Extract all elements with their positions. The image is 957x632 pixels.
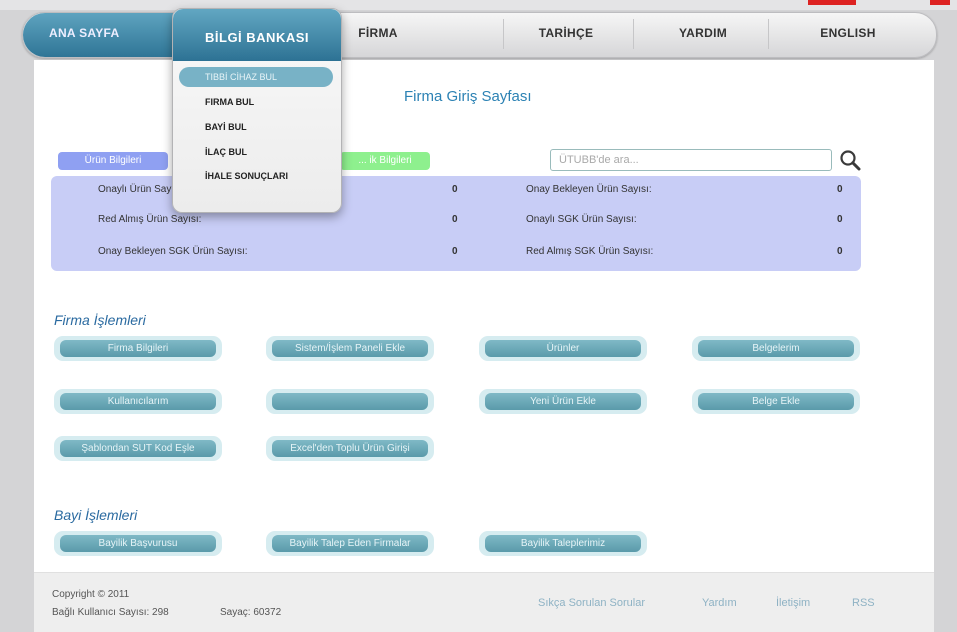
button-label: Belge Ekle <box>698 393 854 410</box>
products-button[interactable]: Ürünler <box>479 336 647 361</box>
firma-section-title: Firma İşlemleri <box>54 312 146 328</box>
stat-value: 0 <box>452 246 458 257</box>
button-label <box>272 393 428 410</box>
nav-divider <box>633 19 634 49</box>
stat-value: 0 <box>452 184 458 195</box>
button-label: Bayilik Taleplerimiz <box>485 535 641 552</box>
visit-counter: Sayaç: 60372 <box>220 607 282 618</box>
nav-english[interactable]: ENGLISH <box>793 13 903 57</box>
tab-product-info[interactable]: Ürün Bilgileri <box>58 152 168 170</box>
add-product-button[interactable]: Yeni Ürün Ekle <box>479 389 647 414</box>
top-strip-accent <box>808 0 856 5</box>
knowledge-base-dropdown: BİLGİ BANKASI TIBBİ CİHAZ BUL FIRMA BUL … <box>172 8 342 213</box>
excel-bulk-import-button[interactable]: Excel'den Toplu Ürün Girişi <box>266 436 434 461</box>
dropdown-item-tender-results[interactable]: İHALE SONUÇLARI <box>205 171 288 181</box>
nav-yardim[interactable]: YARDIM <box>643 13 763 57</box>
search-input[interactable]: ÜTUBB'de ara... <box>550 149 832 171</box>
button-label: Belgelerim <box>698 340 854 357</box>
button-label: Sistem/İşlem Paneli Ekle <box>272 340 428 357</box>
button-label: Yeni Ürün Ekle <box>485 393 641 410</box>
footer: Copyright © 2011 Bağlı Kullanıcı Sayısı:… <box>34 572 934 632</box>
search-icon[interactable] <box>838 148 862 172</box>
button-label: Şablondan SUT Kod Eşle <box>60 440 216 457</box>
add-system-panel-button[interactable]: Sistem/İşlem Paneli Ekle <box>266 336 434 361</box>
nav-divider <box>768 19 769 49</box>
firma-info-button[interactable]: Firma Bilgileri <box>54 336 222 361</box>
nav-tarihce[interactable]: TARİHÇE <box>501 13 631 57</box>
button-label: Bayilik Başvurusu <box>60 535 216 552</box>
sut-code-match-button[interactable]: Şablondan SUT Kod Eşle <box>54 436 222 461</box>
users-button[interactable]: Kullanıcılarım <box>54 389 222 414</box>
footer-link-help[interactable]: Yardım <box>702 597 737 609</box>
dropdown-item-find-drug[interactable]: İLAÇ BUL <box>205 147 247 157</box>
stat-value: 0 <box>837 246 843 257</box>
dropdown-item-find-dealer[interactable]: BAYİ BUL <box>205 122 247 132</box>
button-label: Kullanıcılarım <box>60 393 216 410</box>
dropdown-title[interactable]: BİLGİ BANKASI <box>173 9 341 61</box>
stat-value: 0 <box>837 214 843 225</box>
stat-value: 0 <box>837 184 843 195</box>
dealer-requesting-firms-button[interactable]: Bayilik Talep Eden Firmalar <box>266 531 434 556</box>
footer-link-contact[interactable]: İletişim <box>776 597 810 609</box>
bayi-section-title: Bayi İşlemleri <box>54 507 138 523</box>
blank-button[interactable] <box>266 389 434 414</box>
stat-label: Onay Bekleyen Ürün Sayısı: <box>526 184 652 195</box>
documents-button[interactable]: Belgelerim <box>692 336 860 361</box>
main-nav: ANA SAYFA FİRMA TARİHÇE YARDIM ENGLISH <box>22 12 937 58</box>
dropdown-item-find-firm[interactable]: FIRMA BUL <box>205 97 254 107</box>
main-content <box>34 60 934 572</box>
top-strip <box>0 0 957 10</box>
stat-label: Red Almış SGK Ürün Sayısı: <box>526 246 654 257</box>
add-document-button[interactable]: Belge Ekle <box>692 389 860 414</box>
nav-home[interactable]: ANA SAYFA <box>23 13 173 57</box>
top-strip-accent <box>930 0 950 5</box>
button-label: Ürünler <box>485 340 641 357</box>
dealer-application-button[interactable]: Bayilik Başvurusu <box>54 531 222 556</box>
button-label: Bayilik Talep Eden Firmalar <box>272 535 428 552</box>
copyright: Copyright © 2011 <box>52 589 130 600</box>
button-label: Firma Bilgileri <box>60 340 216 357</box>
stat-label: Onaylı SGK Ürün Sayısı: <box>526 214 637 225</box>
nav-firma[interactable]: FİRMA <box>333 13 423 57</box>
dropdown-item-medical-device[interactable]: TIBBİ CİHAZ BUL <box>179 67 333 87</box>
stat-label: Onay Bekleyen SGK Ürün Sayısı: <box>98 246 248 257</box>
footer-link-faq[interactable]: Sıkça Sorulan Sorular <box>538 597 645 609</box>
connected-users: Bağlı Kullanıcı Sayısı: 298 <box>52 607 169 618</box>
page-title: Firma Giriş Sayfası <box>404 88 532 105</box>
button-label: Excel'den Toplu Ürün Girişi <box>272 440 428 457</box>
tab-other-info[interactable]: ... ik Bilgileri <box>340 152 430 170</box>
stat-value: 0 <box>452 214 458 225</box>
stat-label: Red Almış Ürün Sayısı: <box>98 214 202 225</box>
dealer-requests-button[interactable]: Bayilik Taleplerimiz <box>479 531 647 556</box>
footer-link-rss[interactable]: RSS <box>852 597 875 609</box>
